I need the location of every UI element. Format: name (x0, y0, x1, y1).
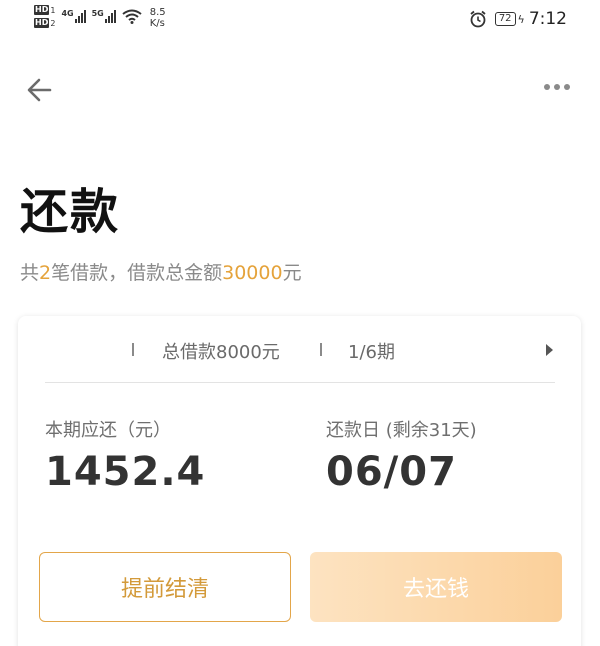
page-title: 还款 (20, 184, 121, 240)
status-time: 7:12 (528, 9, 567, 29)
pay-button[interactable]: 去还钱 (310, 552, 562, 622)
nav-bar (0, 70, 600, 110)
triangle-right-icon[interactable] (546, 344, 553, 356)
early-settle-button[interactable]: 提前结清 (39, 552, 291, 622)
tab-separator (132, 343, 134, 356)
signal-5g: 5G (92, 9, 116, 23)
network-speed: 8.5 K/s (150, 7, 166, 29)
status-left: HD 1 HD 2 4G 5G 8.5 K/s (34, 5, 166, 29)
charging-icon: ϟ (517, 12, 525, 26)
summary-amount: 30000 (222, 262, 283, 284)
alarm-clock-icon (470, 10, 486, 28)
due-date-label: 还款日 (剩余31天) (326, 420, 477, 441)
tab-separator (320, 343, 322, 356)
summary-mid: 笔借款，借款总金额 (51, 262, 223, 284)
hd-number: 2 (50, 18, 56, 28)
loan-total-tab[interactable]: 总借款8000元 (162, 338, 280, 364)
speed-unit: K/s (149, 18, 165, 29)
summary-prefix: 共 (20, 262, 40, 284)
battery-icon: 72 (494, 12, 516, 26)
repayment-page: HD 1 HD 2 4G 5G 8.5 K/s 72 ϟ 7:12 还款 共2笔… (0, 0, 600, 646)
current-due-label: 本期应还（元） (45, 420, 171, 441)
signal-4g: 4G (61, 9, 86, 23)
loan-summary: 共2笔借款，借款总金额30000元 (20, 258, 302, 285)
summary-count: 2 (39, 262, 52, 284)
signal-bars-icon (74, 9, 86, 23)
period-tab[interactable]: 1/6期 (348, 338, 395, 364)
due-date-value: 06/07 (326, 449, 457, 495)
wifi-icon (122, 9, 142, 24)
card-divider (45, 382, 555, 383)
loan-tab-strip[interactable]: 总借款8000元 1/6期 (18, 316, 581, 382)
speed-value: 8.5 (149, 7, 166, 18)
loan-card: 总借款8000元 1/6期 本期应还（元） 1452.4 还款日 (剩余31天)… (18, 316, 581, 646)
back-arrow-icon[interactable] (24, 74, 56, 106)
hd-badge: HD (34, 5, 50, 15)
hd-number: 1 (50, 5, 56, 15)
hd-indicator-1: HD 1 (34, 5, 55, 15)
hd-indicators: HD 1 HD 2 (34, 5, 55, 28)
summary-suffix: 元 (282, 262, 302, 284)
hd-badge: HD (34, 18, 50, 28)
signal-label: 5G (91, 9, 104, 18)
current-due-amount: 1452.4 (45, 449, 206, 495)
status-bar: HD 1 HD 2 4G 5G 8.5 K/s 72 ϟ 7:12 (0, 0, 600, 40)
signal-label: 4G (61, 9, 74, 18)
status-right: 72 ϟ 7:12 (469, 9, 567, 29)
hd-indicator-2: HD 2 (34, 18, 55, 28)
signal-bars-icon (104, 9, 116, 23)
more-dots-icon[interactable] (544, 84, 570, 90)
